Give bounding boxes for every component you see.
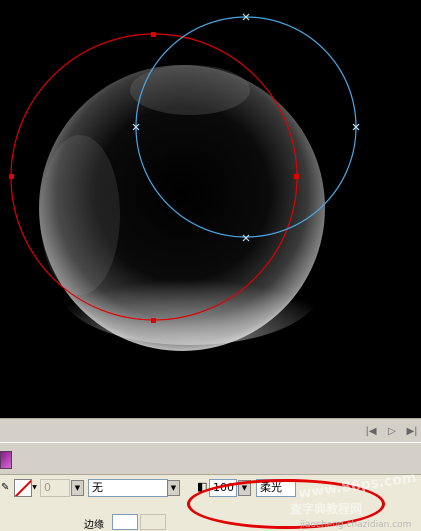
stroke-color-dropdown[interactable]: ▼: [31, 484, 38, 492]
bubble-left-glow: [40, 135, 120, 295]
watermark-site2: jiaocheng.chazidian.com: [300, 520, 412, 530]
play-icon[interactable]: ▷: [385, 424, 399, 438]
stage-artwork: [9, 13, 360, 351]
skip-forward-icon[interactable]: ▶|: [405, 424, 419, 438]
red-anchor-top: [151, 32, 156, 37]
watermark-brand: 查字典教程网: [290, 502, 363, 516]
skip-back-icon[interactable]: |◀: [364, 424, 378, 438]
panel-tab-icon[interactable]: [0, 451, 12, 469]
stroke-swatch-icon[interactable]: [14, 479, 32, 497]
red-anchor-right: [294, 174, 299, 179]
stage-canvas[interactable]: [0, 0, 421, 418]
fill-style-field[interactable]: 无: [88, 479, 168, 497]
stroke-size-field[interactable]: 0: [40, 479, 70, 497]
edge-amount-field[interactable]: [140, 514, 166, 530]
fill-style-dropdown[interactable]: ▼: [167, 480, 180, 496]
pencil-icon[interactable]: ✎: [1, 482, 9, 493]
stroke-size-dropdown[interactable]: ▼: [71, 480, 84, 496]
edge-label: 边缘: [84, 520, 104, 531]
red-anchor-left: [9, 174, 14, 179]
panel-tabbar: [0, 442, 421, 474]
edge-field[interactable]: [112, 514, 138, 530]
timeline-scrollbar[interactable]: |◀ ▷ ▶|: [0, 418, 421, 442]
red-anchor-bottom: [151, 318, 156, 323]
bubble-top-glow: [130, 65, 250, 115]
